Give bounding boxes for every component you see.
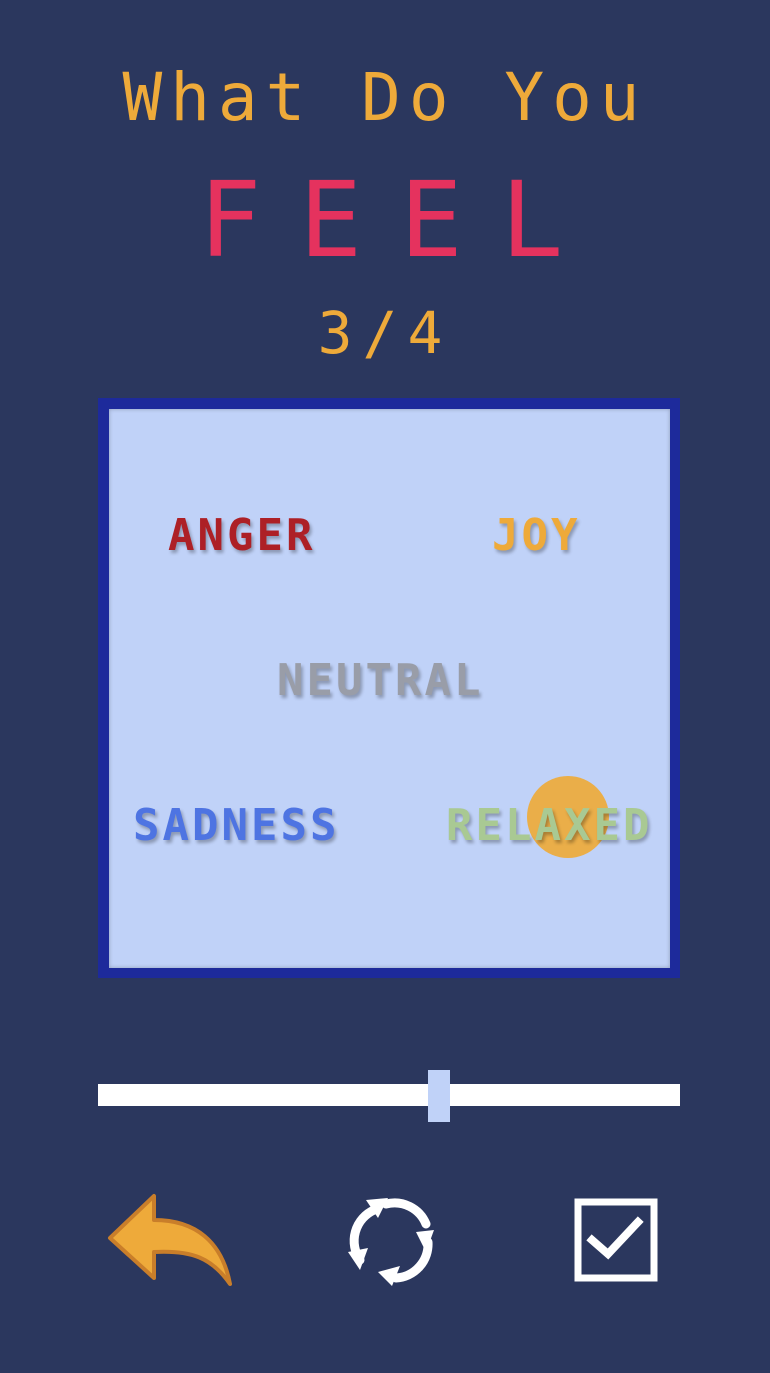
intensity-slider-thumb[interactable]	[428, 1070, 450, 1122]
emotion-label-anger: ANGER	[168, 510, 316, 561]
title-line-1: What Do You	[122, 59, 648, 136]
checkbox-checked-icon	[574, 1198, 658, 1282]
refresh-icon	[348, 1198, 434, 1286]
title-line-2: FEEL	[198, 159, 602, 281]
undo-arrow-icon	[108, 1194, 232, 1286]
confirm-button[interactable]	[574, 1198, 658, 1282]
reset-button[interactable]	[334, 1190, 444, 1290]
emotion-label-relaxed: RELAXED	[446, 800, 653, 851]
emotion-label-neutral: NEUTRAL	[277, 655, 484, 706]
emotion-label-sadness: SADNESS	[133, 800, 340, 851]
intensity-slider-track[interactable]	[98, 1084, 680, 1106]
emotion-picker-screen: What Do You FEEL 3/4 ANGER JOY NEUTRAL S…	[0, 0, 770, 1373]
emotion-label-joy: JOY	[492, 510, 581, 561]
progress-counter: 3/4	[317, 299, 453, 367]
back-button[interactable]	[104, 1190, 236, 1290]
